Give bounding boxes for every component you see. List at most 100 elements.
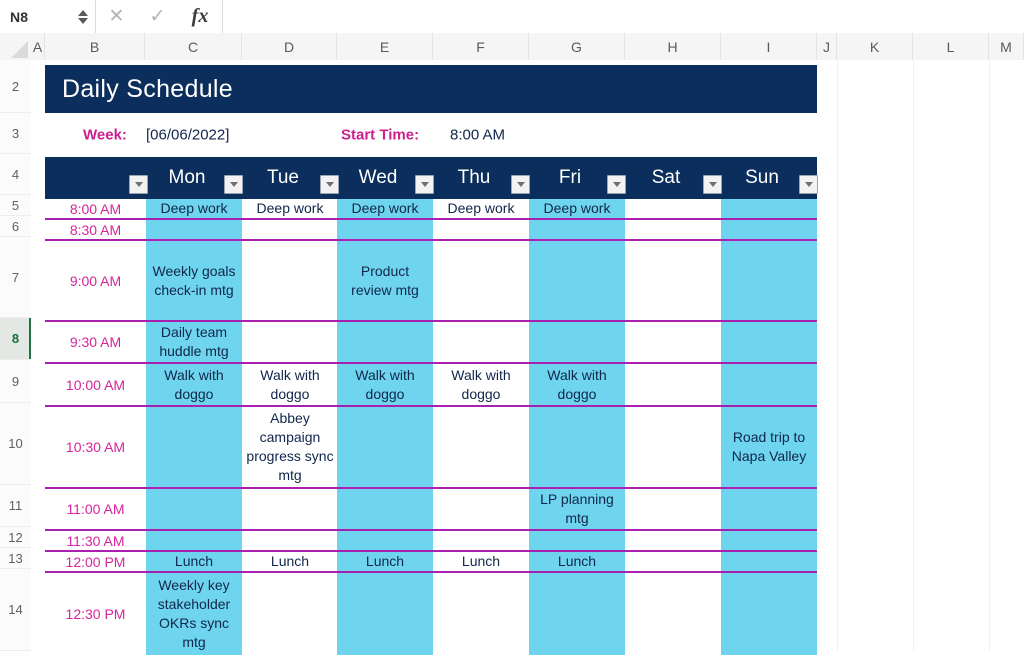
- event-cell[interactable]: Lunch: [433, 552, 529, 571]
- column-header-a[interactable]: A: [31, 33, 45, 60]
- spinner-up-icon[interactable]: [78, 9, 88, 16]
- name-box-value: N8: [10, 8, 29, 25]
- event-cell[interactable]: Walk with doggo: [433, 364, 529, 405]
- event-cell[interactable]: Road trip to Napa Valley: [721, 407, 817, 487]
- row-header-label: 5: [11, 197, 20, 213]
- chevron-down-icon: [516, 182, 525, 187]
- row-header-7[interactable]: 7: [0, 237, 31, 318]
- column-header-l[interactable]: L: [913, 33, 989, 60]
- filter-dropdown-sun[interactable]: [799, 175, 818, 194]
- row-header-label: 9: [11, 373, 20, 389]
- chevron-down-icon: [612, 182, 621, 187]
- column-header-label: M: [1000, 38, 1012, 55]
- column-header-e[interactable]: E: [337, 33, 433, 60]
- column-header-label: C: [187, 38, 199, 55]
- filter-dropdown-wed[interactable]: [415, 175, 434, 194]
- row-header-label: 13: [8, 550, 23, 566]
- event-cell[interactable]: Lunch: [337, 552, 433, 571]
- cancel-icon[interactable]: ✕: [96, 0, 137, 33]
- row-header-6[interactable]: 6: [0, 216, 31, 237]
- name-box-spinner[interactable]: [78, 9, 88, 24]
- column-header-label: J: [823, 38, 830, 55]
- event-cell[interactable]: Deep work: [433, 199, 529, 218]
- filter-dropdown-fri[interactable]: [607, 175, 626, 194]
- time-cell[interactable]: 11:30 AM: [45, 531, 146, 550]
- column-header-k[interactable]: K: [837, 33, 913, 60]
- column-header-m[interactable]: M: [989, 33, 1024, 60]
- check-icon[interactable]: ✓: [137, 0, 178, 33]
- formula-input[interactable]: [222, 0, 1024, 33]
- column-header-d[interactable]: D: [242, 33, 337, 60]
- row-header-5[interactable]: 5: [0, 195, 31, 216]
- row-header-9[interactable]: 9: [0, 360, 31, 403]
- time-cell[interactable]: 10:00 AM: [45, 364, 146, 405]
- row-header-label: 4: [11, 166, 20, 182]
- row-header-10[interactable]: 10: [0, 403, 31, 485]
- row-header-label: 14: [8, 602, 23, 617]
- schedule-meta-bar: Week: [06/06/2022] Start Time: 8:00 AM: [45, 113, 817, 157]
- event-cell[interactable]: Walk with doggo: [242, 364, 338, 405]
- row-header-gutter: 2 3 4 5 6 7 8 9 10 11 12 13 14: [0, 60, 32, 651]
- row-header-12[interactable]: 12: [0, 527, 31, 548]
- event-cell[interactable]: Walk with doggo: [529, 364, 625, 405]
- time-cell[interactable]: 10:30 AM: [45, 407, 146, 487]
- row-header-14[interactable]: 14: [0, 569, 31, 651]
- time-cell[interactable]: 8:30 AM: [45, 220, 146, 239]
- day-header-label: Sat: [651, 167, 681, 188]
- start-time-value[interactable]: 8:00 AM: [450, 127, 505, 144]
- column-header-i[interactable]: I: [721, 33, 817, 60]
- column-header-h[interactable]: H: [625, 33, 721, 60]
- name-box[interactable]: N8: [0, 0, 96, 33]
- event-cell[interactable]: Weekly goals check-in mtg: [146, 241, 242, 320]
- time-cell[interactable]: 9:30 AM: [45, 322, 146, 362]
- event-cell[interactable]: Daily team huddle mtg: [146, 322, 242, 362]
- column-header-g[interactable]: G: [529, 33, 625, 60]
- schedule-row: 11:00 AM LP planning mtg: [45, 489, 817, 531]
- column-header-f[interactable]: F: [433, 33, 529, 60]
- filter-dropdown-sat[interactable]: [703, 175, 722, 194]
- event-cell[interactable]: Walk with doggo: [146, 364, 242, 405]
- column-header-b[interactable]: B: [45, 33, 145, 60]
- time-cell[interactable]: 12:30 PM: [45, 573, 146, 655]
- event-cell[interactable]: Deep work: [242, 199, 338, 218]
- column-header-label: F: [476, 38, 485, 55]
- column-header-label: H: [667, 38, 678, 55]
- row-header-3[interactable]: 3: [0, 113, 31, 154]
- event-cell[interactable]: LP planning mtg: [529, 489, 625, 529]
- event-cell[interactable]: Deep work: [146, 199, 242, 218]
- event-cell[interactable]: Walk with doggo: [337, 364, 433, 405]
- spinner-down-icon[interactable]: [78, 17, 88, 24]
- event-cell[interactable]: Lunch: [146, 552, 242, 571]
- event-cell[interactable]: Lunch: [242, 552, 338, 571]
- column-header-c[interactable]: C: [145, 33, 242, 60]
- time-cell[interactable]: 9:00 AM: [45, 241, 146, 320]
- event-cell[interactable]: Abbey campaign progress sync mtg: [242, 407, 338, 487]
- time-cell[interactable]: 12:00 PM: [45, 552, 146, 571]
- day-header-label: Mon: [168, 167, 206, 188]
- week-value[interactable]: [06/06/2022]: [146, 127, 229, 144]
- row-header-11[interactable]: 11: [0, 485, 31, 527]
- event-cell[interactable]: Lunch: [529, 552, 625, 571]
- fx-icon[interactable]: fx: [178, 0, 222, 33]
- filter-dropdown-thu[interactable]: [511, 175, 530, 194]
- column-header-label: K: [869, 38, 880, 55]
- schedule-row: 10:30 AM Abbey campaign progress sync mtg…: [45, 407, 817, 489]
- filter-dropdown-mon[interactable]: [224, 175, 243, 194]
- column-header-j[interactable]: J: [817, 33, 837, 60]
- event-cell[interactable]: Product review mtg: [337, 241, 433, 320]
- select-all-corner[interactable]: [0, 33, 32, 60]
- row-header-label: 6: [11, 218, 20, 234]
- row-header-4[interactable]: 4: [0, 154, 31, 195]
- chevron-down-icon: [325, 182, 334, 187]
- row-header-label: 8: [11, 331, 20, 346]
- event-cell[interactable]: Deep work: [529, 199, 625, 218]
- time-cell[interactable]: 8:00 AM: [45, 199, 146, 218]
- row-header-2[interactable]: 2: [0, 60, 31, 113]
- row-header-8[interactable]: 8: [0, 318, 32, 360]
- time-cell[interactable]: 11:00 AM: [45, 489, 146, 529]
- event-cell[interactable]: Deep work: [337, 199, 433, 218]
- event-cell[interactable]: Weekly key stakeholder OKRs sync mtg: [146, 573, 242, 655]
- daily-schedule-table: Daily Schedule Week: [06/06/2022] Start …: [45, 65, 818, 655]
- row-header-13[interactable]: 13: [0, 548, 31, 569]
- spreadsheet-grid[interactable]: Daily Schedule Week: [06/06/2022] Start …: [31, 60, 1024, 655]
